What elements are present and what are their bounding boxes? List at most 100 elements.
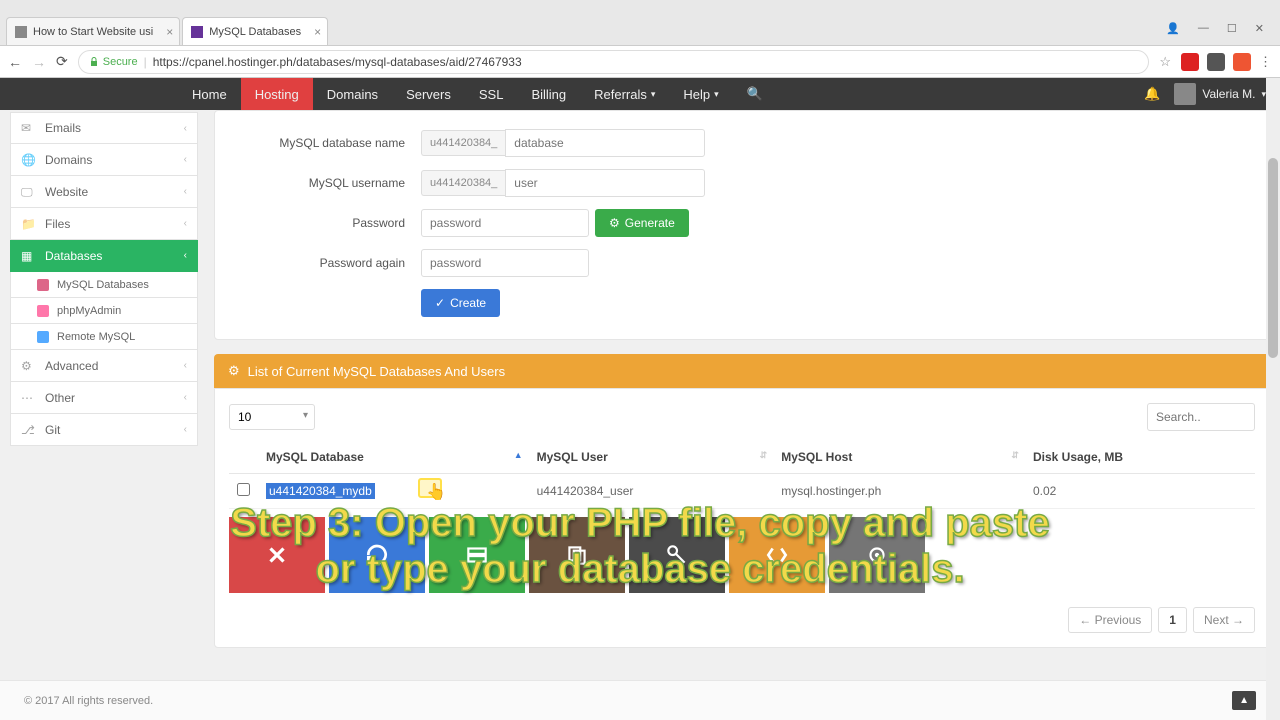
- delete-tile[interactable]: [229, 517, 325, 593]
- pma-icon: [37, 305, 49, 317]
- sort-icon[interactable]: ▲: [514, 450, 523, 460]
- chevron-left-icon: ‹: [184, 392, 187, 403]
- copy-tile[interactable]: [529, 517, 625, 593]
- nav-domains[interactable]: Domains: [313, 78, 392, 110]
- chevron-left-icon: ‹: [184, 250, 187, 261]
- sort-icon[interactable]: ⇵: [1011, 450, 1019, 461]
- close-icon[interactable]: ×: [314, 25, 321, 39]
- minimize-icon[interactable]: —: [1198, 22, 1209, 35]
- chevron-left-icon: ‹: [184, 186, 187, 197]
- table-row[interactable]: u441420384_mydb u441420384_user mysql.ho…: [229, 474, 1255, 509]
- prev-button[interactable]: ← Previous: [1068, 607, 1152, 633]
- reload-icon[interactable]: ⟳: [56, 53, 68, 70]
- sidebar-item-website[interactable]: 🖵Website‹: [10, 176, 198, 208]
- action-tiles: [229, 517, 1255, 593]
- server-icon: [464, 542, 490, 568]
- browser-tabstrip: How to Start Website usi × MySQL Databas…: [0, 0, 1280, 46]
- chevron-down-icon: ▾: [651, 89, 656, 100]
- sidebar-item-advanced[interactable]: ⚙Advanced‹: [10, 350, 198, 382]
- nav-help[interactable]: Help ▾: [669, 78, 732, 110]
- next-button[interactable]: Next →: [1193, 607, 1255, 633]
- sidebar-item-git[interactable]: ⎇Git‹: [10, 414, 198, 446]
- create-button[interactable]: ✓Create: [421, 289, 500, 317]
- close-icon[interactable]: ×: [166, 25, 173, 39]
- lock-icon: [89, 57, 99, 67]
- password-input[interactable]: [421, 209, 589, 237]
- nav-ssl[interactable]: SSL: [465, 78, 518, 110]
- repair-tile[interactable]: [329, 517, 425, 593]
- page-number[interactable]: 1: [1158, 607, 1187, 633]
- password2-input[interactable]: [421, 249, 589, 277]
- extension-icon[interactable]: [1207, 53, 1225, 71]
- extension-icons: ⋮: [1181, 53, 1272, 71]
- username-label: MySQL username: [237, 176, 421, 190]
- table-search-input[interactable]: [1147, 403, 1255, 431]
- cell-host: mysql.hostinger.ph: [773, 474, 1025, 509]
- db-list-header: ⚙ List of Current MySQL Databases And Us…: [214, 354, 1270, 388]
- close-window-icon[interactable]: ✕: [1255, 22, 1264, 35]
- extension-icon[interactable]: [1181, 53, 1199, 71]
- scrollbar-thumb[interactable]: [1268, 158, 1278, 358]
- back-icon[interactable]: ←: [8, 54, 22, 70]
- col-disk: Disk Usage, MB: [1025, 441, 1255, 474]
- browser-tab-active[interactable]: MySQL Databases ×: [182, 17, 328, 45]
- page-size-select[interactable]: 10: [229, 404, 315, 430]
- check-icon: ✓: [435, 296, 445, 310]
- sidebar-item-domains[interactable]: 🌐Domains‹: [10, 144, 198, 176]
- nav-search[interactable]: 🔍: [733, 78, 777, 110]
- nav-home[interactable]: Home: [178, 78, 241, 110]
- password-label: Password: [237, 216, 421, 230]
- chevron-down-icon: ▾: [714, 89, 719, 100]
- secure-badge: Secure: [89, 56, 138, 68]
- row-checkbox[interactable]: [237, 483, 250, 496]
- monitor-icon: 🖵: [21, 185, 35, 199]
- browser-tab[interactable]: How to Start Website usi ×: [6, 17, 180, 45]
- sidebar-sub-phpmyadmin[interactable]: phpMyAdmin: [10, 298, 198, 324]
- sidebar-item-emails[interactable]: ✉Emails‹: [10, 112, 198, 144]
- menu-icon[interactable]: ⋮: [1259, 54, 1272, 70]
- nav-servers[interactable]: Servers: [392, 78, 465, 110]
- gear-icon: ⚙: [609, 216, 620, 230]
- key-icon: [664, 542, 690, 568]
- extension-icon[interactable]: [1233, 53, 1251, 71]
- favicon: [191, 26, 203, 38]
- phpmyadmin-tile[interactable]: [829, 517, 925, 593]
- sidebar-item-databases[interactable]: ▦Databases‹: [10, 240, 198, 272]
- user-prefix: u441420384_: [421, 170, 505, 196]
- generate-button[interactable]: ⚙Generate: [595, 209, 689, 237]
- cell-db: u441420384_mydb: [258, 474, 529, 509]
- tab-title: How to Start Website usi: [33, 26, 153, 38]
- remote-icon: [37, 331, 49, 343]
- forward-icon[interactable]: →: [32, 54, 46, 70]
- bell-icon[interactable]: 🔔: [1144, 86, 1160, 102]
- password-tile[interactable]: [629, 517, 725, 593]
- scrollbar[interactable]: [1266, 78, 1280, 720]
- permissions-tile[interactable]: [729, 517, 825, 593]
- maximize-icon[interactable]: ☐: [1227, 22, 1237, 35]
- nav-billing[interactable]: Billing: [517, 78, 580, 110]
- col-user: MySQL User⇵: [529, 441, 774, 474]
- dots-icon: ⋯: [21, 391, 35, 405]
- gear-icon: ⚙: [228, 363, 240, 379]
- gear-icon: [864, 542, 890, 568]
- username-input[interactable]: [505, 169, 705, 197]
- db-name-input[interactable]: [505, 129, 705, 157]
- sidebar-item-files[interactable]: 📁Files‹: [10, 208, 198, 240]
- sidebar-item-other[interactable]: ⋯Other‹: [10, 382, 198, 414]
- db-icon: [37, 279, 49, 291]
- sort-icon[interactable]: ⇵: [760, 450, 768, 461]
- sidebar-sub-remote-mysql[interactable]: Remote MySQL: [10, 324, 198, 350]
- account-icon[interactable]: 👤: [1166, 22, 1180, 35]
- mail-icon: ✉: [21, 121, 35, 135]
- address-bar[interactable]: Secure | https://cpanel.hostinger.ph/dat…: [78, 50, 1150, 74]
- star-icon[interactable]: ☆: [1159, 54, 1171, 70]
- scroll-top-button[interactable]: ▲: [1232, 691, 1256, 710]
- user-menu[interactable]: Valeria M. ▾: [1174, 83, 1266, 105]
- chevron-left-icon: ‹: [184, 218, 187, 229]
- sidebar-sub-mysql-databases[interactable]: MySQL Databases: [10, 272, 198, 298]
- database-icon: ▦: [21, 249, 35, 263]
- nav-referrals[interactable]: Referrals ▾: [580, 78, 669, 110]
- backup-tile[interactable]: [429, 517, 525, 593]
- nav-hosting[interactable]: Hosting: [241, 78, 313, 110]
- git-icon: ⎇: [21, 423, 35, 437]
